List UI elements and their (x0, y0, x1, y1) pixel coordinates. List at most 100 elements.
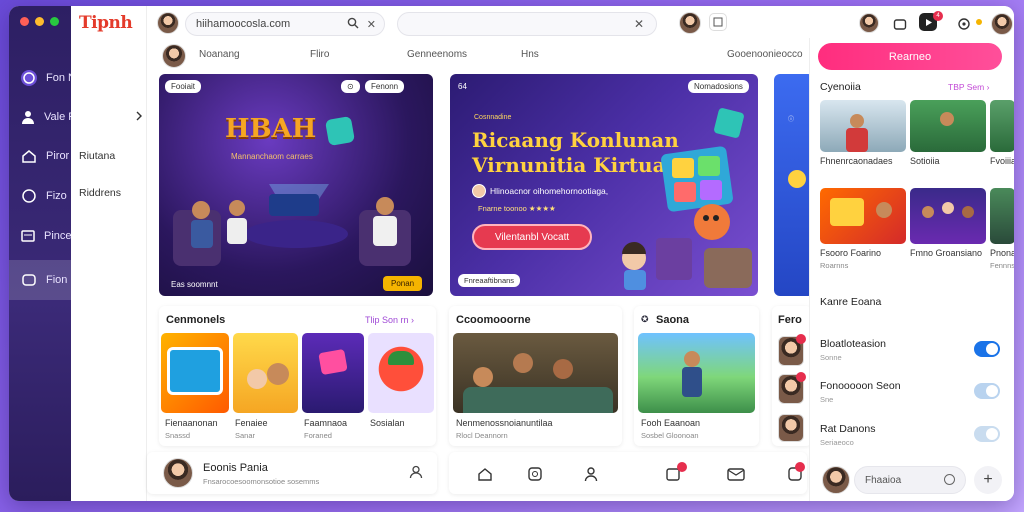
notification-badge (796, 334, 806, 344)
featured-banner-2[interactable]: 64 Nomadosions Cosnnadine Ricaang Konlun… (450, 74, 758, 296)
sidebar-item-label: Fizo (46, 190, 67, 202)
section-title: Ccoomooorne (456, 314, 531, 326)
notification-badge (796, 372, 806, 382)
user-icon[interactable] (583, 466, 599, 487)
setting-toggle-on[interactable] (974, 341, 1000, 357)
bottom-nav (449, 452, 807, 494)
setting-toggle-off[interactable] (974, 383, 1000, 399)
banner-subtitle: Mannanchaom carraes (231, 152, 313, 161)
sidebar-item-2[interactable]: Vale Raee (9, 97, 95, 137)
setting-sub: Sonne (820, 353, 842, 362)
now-playing-bar[interactable]: Eoonis Pania Fnsarocoesoomonsotioe sosem… (147, 452, 437, 494)
sidebar-item-label: Fion (46, 274, 68, 286)
primary-button[interactable]: Rearneo (818, 43, 1002, 70)
search-field[interactable]: hiihamoocosla.com ✕ (185, 12, 385, 36)
panel-thumb[interactable] (820, 100, 906, 152)
panel-thumb-caption: Pnona (990, 248, 1014, 258)
games-thumb[interactable] (638, 333, 755, 413)
settings-icon[interactable] (953, 13, 975, 35)
panel-thumb[interactable] (990, 188, 1014, 244)
sidebar-item-3[interactable]: Piror (9, 136, 71, 176)
banner-button[interactable]: Ponan (383, 276, 423, 291)
edge-section: Fero (772, 306, 812, 446)
thumb-subcaption: Foraned (304, 431, 332, 440)
community-thumb[interactable] (453, 333, 618, 413)
channel-thumb[interactable] (233, 333, 298, 413)
composer-avatar[interactable] (822, 466, 850, 494)
home-icon[interactable] (477, 466, 493, 487)
add-icon[interactable]: + (974, 466, 1002, 494)
channel-thumb[interactable] (161, 333, 229, 413)
sidebar-item-6[interactable]: Fion (9, 260, 71, 300)
mail-icon[interactable] (727, 466, 745, 487)
cta-button[interactable]: Vilentanbl Vocatt (472, 224, 592, 250)
minimize-window-dot[interactable] (35, 17, 44, 26)
setting-toggle-off[interactable] (974, 426, 1000, 442)
thumb-subcaption: Snassd (165, 431, 191, 440)
sidebar-item-label: Pince (44, 230, 72, 242)
close-icon[interactable]: ✕ (367, 18, 376, 31)
app-logo[interactable]: Tipnh (79, 13, 133, 33)
panel-see-all-link[interactable]: TBP Sem › (948, 82, 989, 92)
refresh-icon[interactable] (527, 466, 543, 487)
panel-thumb[interactable] (990, 100, 1014, 152)
panel-thumb-caption: Fvoiiia (990, 156, 1014, 166)
maximize-window-dot[interactable] (50, 17, 59, 26)
banner-pill: Fooiait (165, 80, 202, 93)
thumb-caption: Faamnaoa (304, 418, 348, 428)
search-icon[interactable] (347, 17, 359, 32)
profile-icon[interactable] (409, 465, 423, 484)
clear-icon[interactable]: ✕ (634, 17, 644, 31)
thumb-caption: Sosialan (370, 418, 405, 428)
avatar[interactable] (778, 414, 804, 442)
panel-thumb[interactable] (820, 188, 906, 244)
podcast-scene-illustration (173, 184, 411, 266)
avatar[interactable] (859, 13, 879, 33)
panel-thumb[interactable] (910, 188, 986, 244)
nav-item-1[interactable]: Riutana (79, 150, 115, 162)
close-window-dot[interactable] (20, 17, 29, 26)
notification-badge (677, 462, 687, 472)
banner-small-label: Cosnnadine (474, 114, 512, 121)
nav-item-2[interactable]: Riddrens (79, 187, 121, 199)
banner-pill: Fenonn (365, 80, 405, 93)
panel-thumb-caption: Fmno Groansiano (910, 248, 983, 258)
sidebar-item-5[interactable]: Pince (9, 216, 72, 256)
tab-5[interactable]: Gooenoonieocco (727, 49, 803, 60)
sidebar-item-4[interactable]: Fizo (9, 176, 71, 216)
avatar[interactable] (163, 458, 193, 488)
notification-badge: 4 (933, 11, 943, 21)
avatar[interactable] (679, 12, 701, 34)
thumb-subcaption: Rlocl Deannorn (456, 431, 508, 440)
composer-input[interactable]: Fhaaioa (854, 466, 966, 494)
panel-thumb[interactable] (910, 100, 986, 152)
sidebar: Fon Natal Vale Raee Piror Fizo Pince Fio… (9, 6, 95, 501)
search-input[interactable]: hiihamoocosla.com (196, 18, 347, 30)
thumb-caption: Nenmenossnoianuntilaa (456, 418, 553, 428)
window-icon[interactable] (709, 13, 727, 31)
tab-2[interactable]: Fliro (310, 49, 329, 60)
home-icon (20, 147, 38, 165)
banner-footer: Eas soomnnt (171, 280, 218, 289)
see-all-link[interactable]: Tlip Son rn › (365, 315, 414, 325)
featured-banner-3[interactable]: ⓘ (774, 74, 814, 296)
address-bar[interactable]: ✕ (397, 12, 657, 36)
sidebar-item-label: Piror (46, 150, 70, 162)
profile-avatar[interactable] (991, 13, 1013, 35)
channel-thumb[interactable] (368, 333, 434, 413)
camera-icon[interactable] (889, 13, 911, 35)
games-section: ✪ Saona Fooh Eaanoan Sosbel Gloonoan (634, 306, 759, 446)
channel-thumb[interactable] (302, 333, 364, 413)
avatar[interactable] (162, 44, 186, 68)
thumb-subcaption: Sanar (235, 431, 256, 440)
tab-4[interactable]: Hns (521, 49, 539, 60)
sidebar-item-1[interactable]: Fon Natal (9, 58, 94, 98)
emoji-icon[interactable] (944, 474, 955, 485)
now-playing-sub: Fnsarocoesoomonsotioe sosemms (203, 477, 320, 486)
avatar[interactable] (157, 12, 179, 34)
featured-banner-1[interactable]: Fooiait ⊙ Fenonn HBAH Mannanchaom carrae… (159, 74, 433, 296)
panel-thumb-subcaption: Roarnns (820, 261, 849, 270)
banner-stars-text: Fnarne toonoo ★★★★ (478, 204, 556, 213)
tab-3[interactable]: Genneenoms (407, 49, 467, 60)
tab-1[interactable]: Noanang (199, 49, 240, 60)
